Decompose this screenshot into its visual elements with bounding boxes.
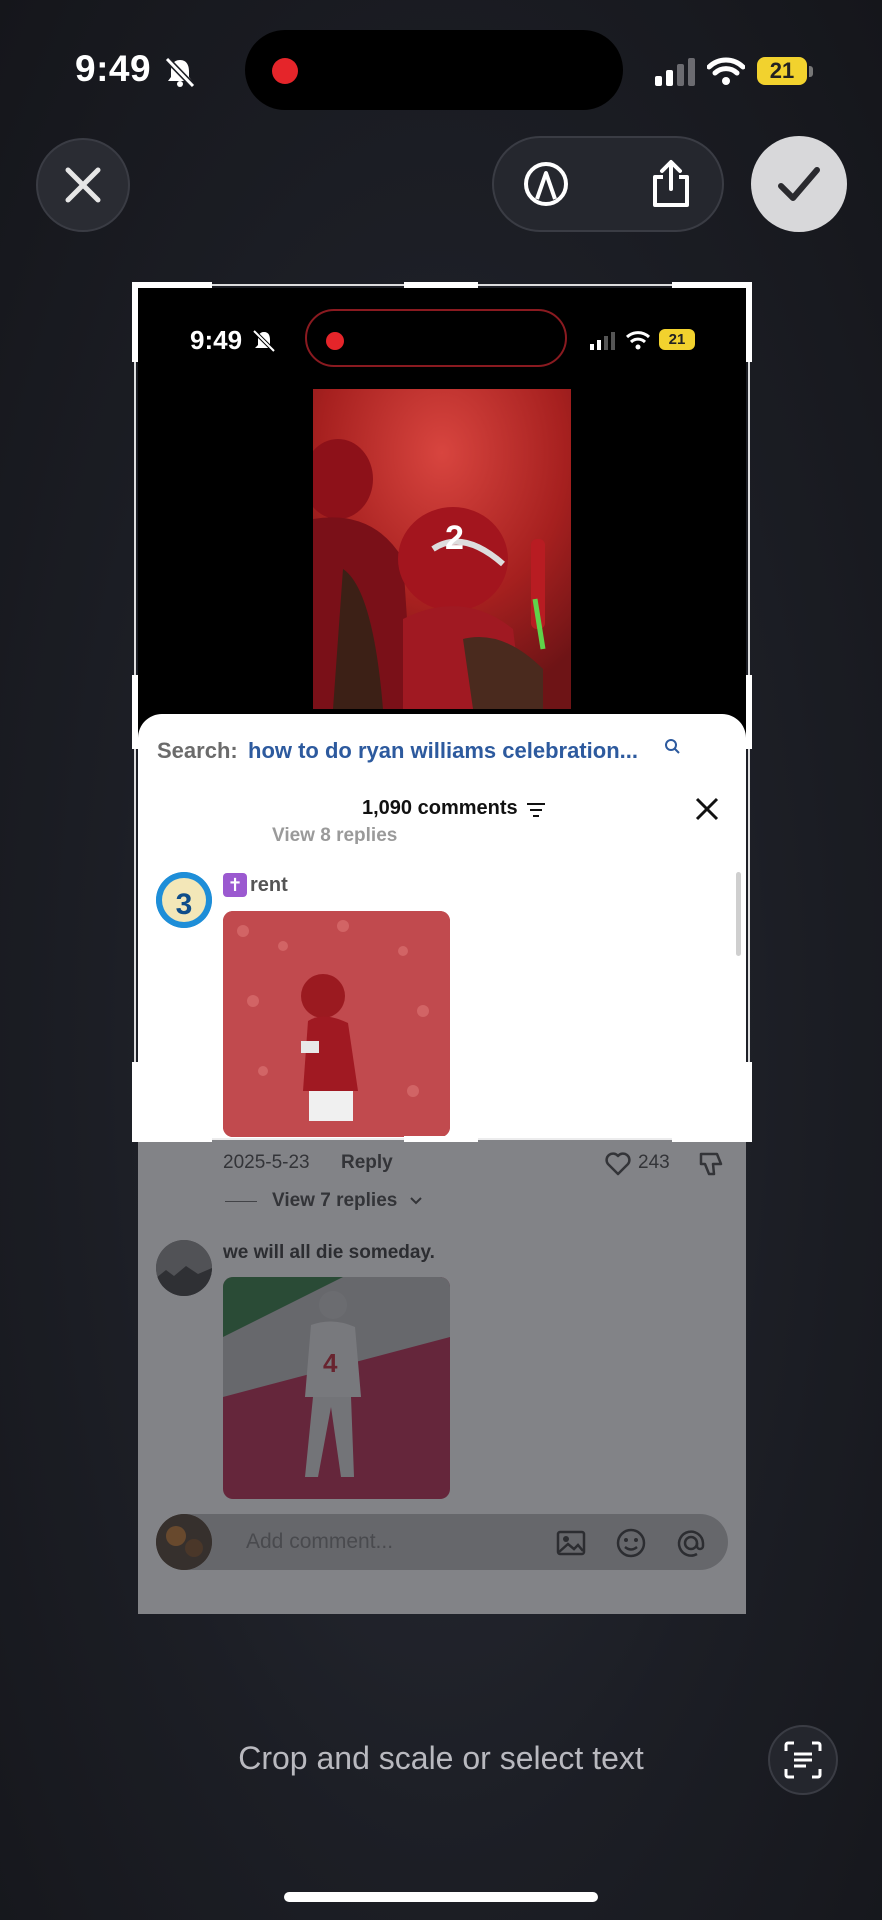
reply-button[interactable]: Reply	[341, 1152, 393, 1174]
crop-handle-right[interactable]	[746, 675, 752, 749]
svg-text:3: 3	[176, 888, 193, 921]
close-icon	[65, 167, 101, 203]
comments-count: 1,090 comments	[362, 797, 518, 819]
live-text-button[interactable]	[768, 1725, 838, 1795]
inner-battery: 21	[659, 329, 695, 350]
inner-signal-icon	[590, 332, 615, 350]
football-photo: 2	[313, 389, 571, 709]
emoji-icon[interactable]	[615, 1527, 647, 1559]
svg-text:4: 4	[323, 1348, 338, 1378]
my-avatar	[156, 1514, 212, 1570]
inner-silent-bell-icon	[252, 330, 276, 352]
close-button[interactable]	[36, 138, 130, 232]
battery-indicator: 21	[757, 57, 807, 85]
avatar[interactable]	[156, 1240, 212, 1296]
battery-nub	[809, 66, 813, 77]
search-query-link[interactable]: how to do ryan williams celebration...	[248, 738, 638, 764]
cellular-signal-icon	[655, 58, 695, 86]
sort-filter-icon[interactable]	[526, 802, 546, 818]
view-replies-button[interactable]: View 7 replies	[272, 1190, 397, 1212]
heart-icon[interactable]	[604, 1150, 632, 1178]
dynamic-island	[245, 30, 623, 110]
scrollbar[interactable]	[736, 872, 741, 956]
comment-text: we will all die someday.	[223, 1242, 435, 1263]
crop-handle-top-right[interactable]	[672, 282, 752, 288]
search-label: Search:	[157, 738, 238, 763]
comment-date: 2025-5-23	[223, 1152, 310, 1173]
crop-handle-bottom-right[interactable]	[672, 1136, 752, 1142]
svg-text:2: 2	[445, 519, 464, 557]
partial-view-replies[interactable]: View 8 replies	[272, 825, 397, 844]
crop-handle-top-right-v[interactable]	[746, 282, 752, 362]
comment-username[interactable]: rent	[250, 874, 288, 897]
crop-handle-bottom-left-v[interactable]	[132, 1062, 138, 1142]
comment-photo[interactable]: 4	[223, 1277, 450, 1499]
markup-button[interactable]	[515, 144, 577, 224]
crop-handle-left[interactable]	[132, 675, 138, 749]
status-time: 9:49	[75, 48, 152, 89]
done-button[interactable]	[751, 136, 847, 232]
markup-pen-icon	[524, 162, 568, 206]
reply-divider	[225, 1201, 257, 1202]
crop-hint: Crop and scale or select text	[238, 1740, 644, 1776]
crop-handle-bottom-left[interactable]	[132, 1136, 212, 1142]
share-icon	[653, 160, 689, 207]
silent-bell-icon	[164, 56, 196, 88]
chevron-down-icon	[410, 1197, 422, 1205]
crop-handle-top-left[interactable]	[132, 282, 212, 288]
search-icon	[665, 739, 680, 754]
inner-wifi-icon	[625, 331, 651, 350]
home-indicator[interactable]	[284, 1892, 598, 1902]
image-icon[interactable]	[555, 1527, 587, 1559]
inner-status-time: 9:49	[190, 325, 243, 355]
share-button[interactable]	[640, 144, 702, 224]
dislike-icon[interactable]	[697, 1150, 725, 1178]
crop-handle-bottom-right-v[interactable]	[746, 1062, 752, 1142]
mention-icon[interactable]	[675, 1527, 707, 1559]
avatar[interactable]: 3	[156, 872, 212, 928]
cross-emoji-icon: ✝	[223, 873, 247, 897]
crop-handle-top[interactable]	[404, 282, 478, 288]
wifi-icon	[707, 57, 745, 85]
crop-handle-top-left-v[interactable]	[132, 282, 138, 362]
add-comment-placeholder: Add comment...	[246, 1530, 394, 1553]
partial-replies-clip: View 8 replies	[138, 818, 746, 844]
recording-dot	[272, 58, 298, 84]
inner-dynamic-island	[305, 309, 567, 367]
like-count: 243	[638, 1152, 670, 1173]
live-text-icon	[784, 1741, 822, 1779]
checkmark-icon	[778, 167, 820, 201]
comment-photo[interactable]	[223, 911, 450, 1137]
crop-handle-bottom[interactable]	[404, 1136, 478, 1142]
inner-recording-dot	[326, 332, 344, 350]
